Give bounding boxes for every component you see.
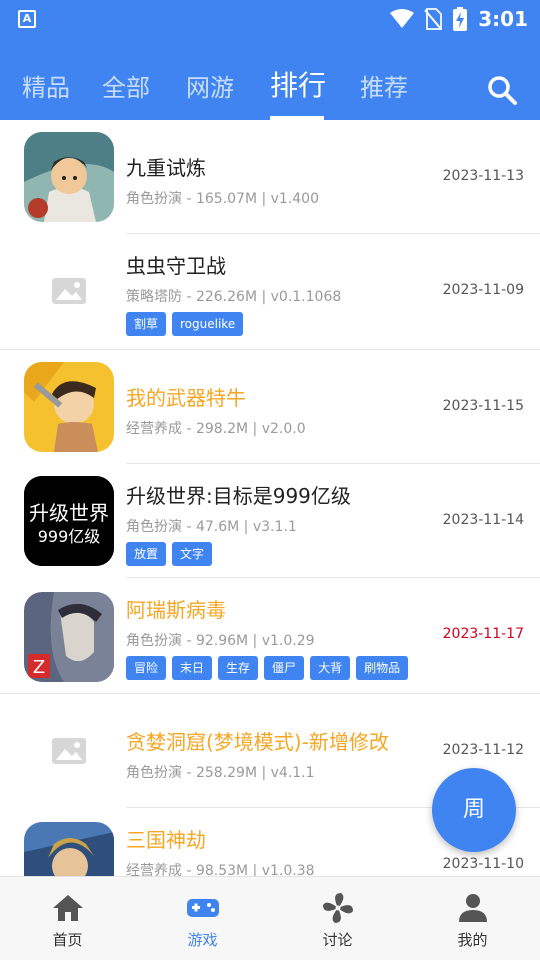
svg-text:Z: Z <box>33 657 45 678</box>
game-meta: 角色扮演 - 258.29M | v4.1.1 <box>126 765 315 781</box>
sanguo-icon <box>24 822 114 876</box>
tag-badge[interactable]: 生存 <box>218 656 259 680</box>
tag-badge[interactable]: 僵尸 <box>264 656 305 680</box>
game-title: 九重试炼 <box>126 156 206 180</box>
tag-list: 放置 文字 <box>126 542 213 566</box>
tag-badge[interactable]: roguelike <box>172 312 244 336</box>
nav-label: 我的 <box>457 931 488 949</box>
icon-text-line2: 999亿级 <box>38 527 101 546</box>
bottom-navigation: 首页 游戏 讨论 我的 <box>0 876 540 960</box>
tab-wangyou[interactable]: 网游 <box>186 68 234 103</box>
game-title: 我的武器特牛 <box>126 386 246 410</box>
game-meta: 经营养成 - 98.53M | v1.0.38 <box>126 863 315 876</box>
nav-home[interactable]: 首页 <box>0 877 135 960</box>
app-header: A 3:01 精品 全部 网游 排行 推荐 <box>0 0 540 120</box>
game-meta: 角色扮演 - 92.96M | v1.0.29 <box>126 633 315 649</box>
game-title: 三国神劫 <box>126 828 206 852</box>
game-date: 2023-11-17 <box>442 626 524 642</box>
tag-list: 冒险 末日 生存 僵尸 大背 刷物品 <box>126 656 409 680</box>
no-sim-icon <box>424 8 443 30</box>
category-tabs: 精品 全部 网游 排行 推荐 <box>0 60 540 120</box>
tab-tuijian[interactable]: 推荐 <box>360 68 408 103</box>
game-list: 九重试炼 角色扮演 - 165.07M | v1.400 2023-11-13 … <box>0 120 540 876</box>
game-meta: 策略塔防 - 226.26M | v0.1.1068 <box>126 289 342 305</box>
game-item[interactable]: 升级世界 999亿级 升级世界:目标是999亿级 角色扮演 - 47.6M | … <box>0 464 540 578</box>
nav-mine[interactable]: 我的 <box>405 877 540 960</box>
nav-games[interactable]: 游戏 <box>135 877 270 960</box>
tag-badge[interactable]: 割草 <box>126 312 167 336</box>
jiuzhong-icon <box>24 132 114 222</box>
game-item[interactable]: Z 阿瑞斯病毒 角色扮演 - 92.96M | v1.0.29 2023-11-… <box>0 578 540 694</box>
game-date: 2023-11-10 <box>442 856 524 872</box>
tab-jingpin[interactable]: 精品 <box>22 68 70 103</box>
game-date: 2023-11-14 <box>442 512 524 528</box>
image-placeholder-icon <box>52 278 86 304</box>
game-title: 升级世界:目标是999亿级 <box>126 484 351 508</box>
status-right: 3:01 <box>390 4 528 34</box>
nav-discuss[interactable]: 讨论 <box>270 877 405 960</box>
gamepad-icon <box>187 899 219 917</box>
nav-label: 讨论 <box>322 931 353 949</box>
game-date: 2023-11-15 <box>442 398 524 414</box>
tag-badge[interactable]: 放置 <box>126 542 167 566</box>
status-bar: A 3:01 <box>0 0 540 38</box>
game-title: 阿瑞斯病毒 <box>126 598 226 622</box>
image-placeholder-icon <box>52 738 86 764</box>
tab-paihang[interactable]: 排行 <box>270 64 326 104</box>
battery-charging-icon <box>453 7 468 31</box>
shengji-icon: 升级世界 999亿级 <box>24 476 114 566</box>
person-icon <box>459 894 487 922</box>
ares-virus-icon: Z <box>24 592 114 682</box>
weapon-game-icon <box>24 362 114 452</box>
wifi-icon <box>390 9 415 28</box>
tab-quanbu[interactable]: 全部 <box>102 68 150 103</box>
game-meta: 经营养成 - 298.2M | v2.0.0 <box>126 421 306 437</box>
tag-list: 割草 roguelike <box>126 312 244 336</box>
game-date: 2023-11-13 <box>442 168 524 184</box>
status-app-icon: A <box>18 10 36 28</box>
tag-badge[interactable]: 刷物品 <box>356 656 409 680</box>
nav-label: 首页 <box>52 931 83 949</box>
tag-badge[interactable]: 冒险 <box>126 656 167 680</box>
tag-badge[interactable]: 文字 <box>172 542 213 566</box>
search-icon[interactable] <box>486 74 518 106</box>
tag-badge[interactable]: 大背 <box>310 656 351 680</box>
pinwheel-icon <box>323 893 353 923</box>
game-item[interactable]: 虫虫守卫战 策略塔防 - 226.26M | v0.1.1068 2023-11… <box>0 234 540 350</box>
game-meta: 角色扮演 - 165.07M | v1.400 <box>126 191 319 207</box>
icon-text-line1: 升级世界 <box>29 501 109 525</box>
game-date: 2023-11-12 <box>442 742 524 758</box>
game-title: 贪婪洞窟(梦境模式)-新增修改 <box>126 730 389 754</box>
game-date: 2023-11-09 <box>442 282 524 298</box>
game-meta: 角色扮演 - 47.6M | v3.1.1 <box>126 519 297 535</box>
nav-label: 游戏 <box>187 931 218 949</box>
tag-badge[interactable]: 末日 <box>172 656 213 680</box>
game-item[interactable]: 我的武器特牛 经营养成 - 298.2M | v2.0.0 2023-11-15 <box>0 350 540 464</box>
weekly-ranking-button[interactable]: 周 <box>432 768 516 852</box>
home-icon <box>53 895 83 921</box>
status-time: 3:01 <box>478 7 528 31</box>
game-item[interactable]: 九重试炼 角色扮演 - 165.07M | v1.400 2023-11-13 <box>0 120 540 234</box>
game-title: 虫虫守卫战 <box>126 254 226 278</box>
